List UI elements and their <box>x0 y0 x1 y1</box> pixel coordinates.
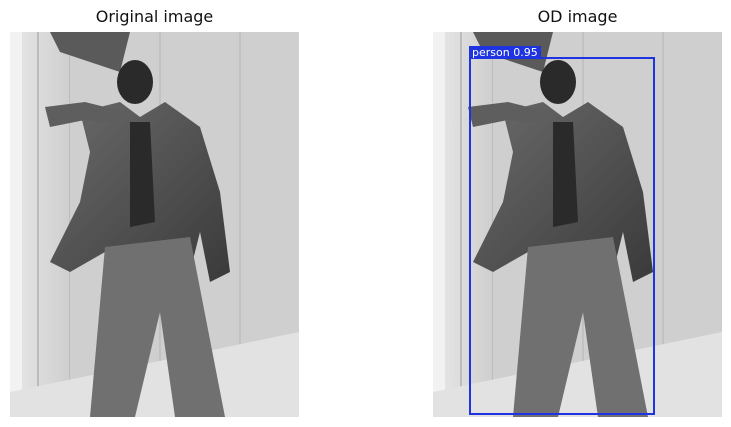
original-panel-title: Original image <box>95 7 214 26</box>
original-photo <box>10 32 299 417</box>
od-panel-title: OD image <box>537 7 618 26</box>
person-bounding-box <box>469 57 655 415</box>
person-detection-label: person 0.95 <box>469 46 541 59</box>
detection-score: 0.95 <box>513 46 538 59</box>
detection-class-label: person <box>472 46 510 59</box>
od-photo: person 0.95 <box>433 32 722 417</box>
